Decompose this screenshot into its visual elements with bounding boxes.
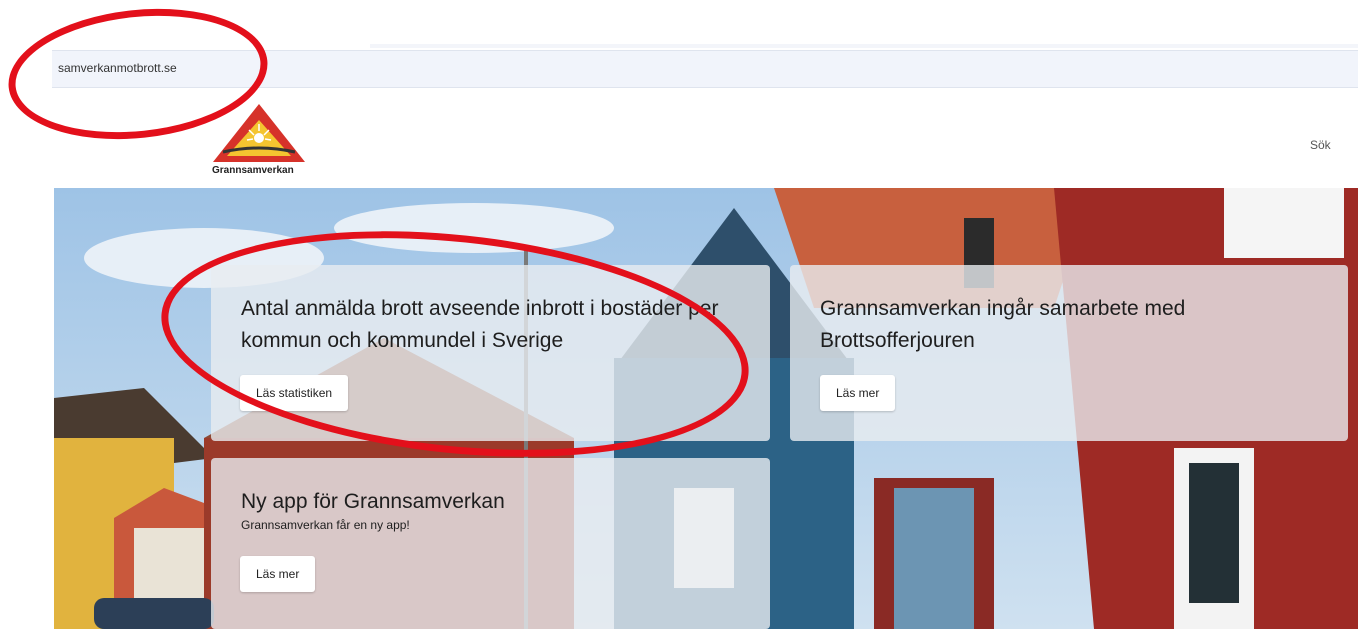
read-statistics-button[interactable]: Läs statistiken — [240, 375, 349, 411]
hero-banner: Antal anmälda brott avseende inbrott i b… — [54, 188, 1358, 629]
active-tab[interactable] — [0, 44, 370, 48]
address-bar[interactable]: samverkanmotbrott.se — [52, 50, 1358, 88]
read-more-button[interactable]: Läs mer — [820, 375, 896, 411]
card-title: Grannsamverkan ingår samarbete med Brott… — [820, 297, 1186, 352]
logo-text[interactable]: Grannsamverkan — [212, 165, 294, 176]
search-link[interactable]: Sök — [1310, 138, 1331, 152]
card-subtitle: Grannsamverkan får en ny app! — [241, 518, 410, 532]
address-url[interactable]: samverkanmotbrott.se — [58, 61, 177, 75]
tab-strip — [0, 44, 1358, 48]
card-title: Ny app för Grannsamverkan — [241, 490, 505, 513]
read-more-button[interactable]: Läs mer — [240, 556, 316, 592]
card-brottsofferjouren: Grannsamverkan ingår samarbete med Brott… — [790, 265, 1348, 441]
card-new-app: Ny app för Grannsamverkan Grannsamverkan… — [211, 458, 770, 629]
card-burglary-stats: Antal anmälda brott avseende inbrott i b… — [211, 265, 770, 441]
card-title: Antal anmälda brott avseende inbrott i b… — [241, 297, 719, 352]
